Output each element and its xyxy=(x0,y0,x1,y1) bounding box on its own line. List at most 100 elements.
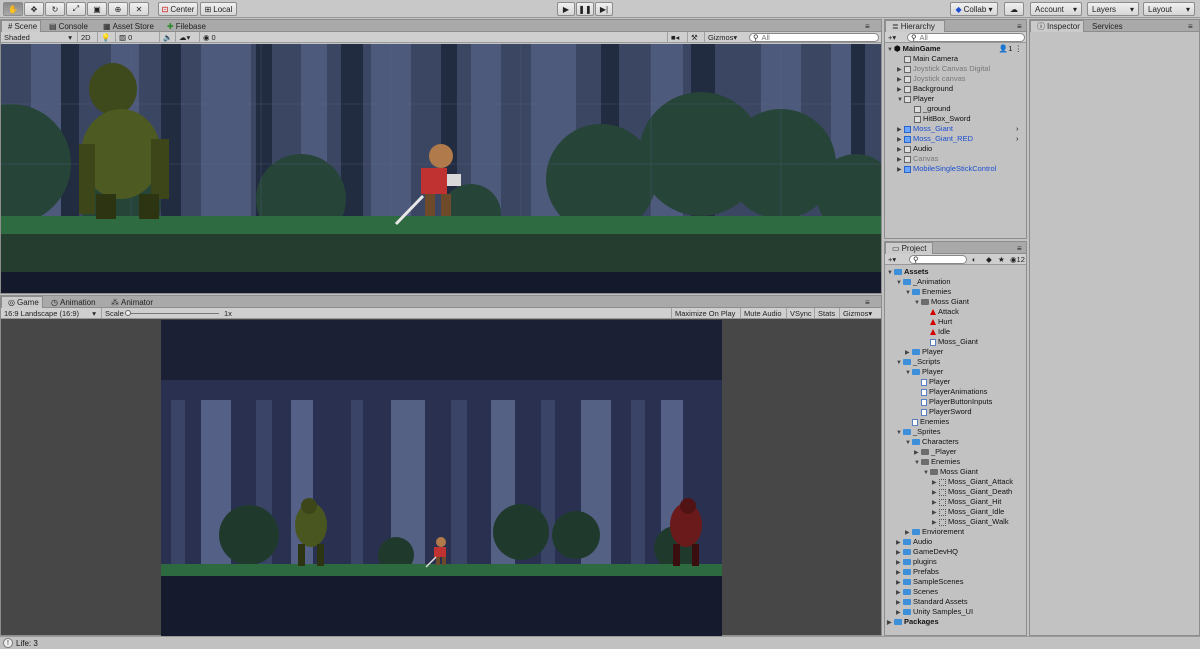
hierarchy-item[interactable]: Main Camera xyxy=(897,54,958,64)
project-item[interactable]: ▶ SampleScenes xyxy=(896,577,963,587)
chevron-down-icon[interactable]: ▼ xyxy=(887,268,894,278)
panel-menu-button[interactable]: ≡ xyxy=(865,20,870,32)
project-item[interactable]: ▼ Enemies xyxy=(905,287,951,297)
scale-slider-track[interactable] xyxy=(127,313,219,314)
filter-type-button[interactable]: ◐ xyxy=(969,254,980,265)
tab-animator[interactable]: ⁂ Animator xyxy=(105,296,159,308)
project-item[interactable]: ▶ Moss_Giant_Idle xyxy=(932,507,1004,517)
project-item[interactable]: ▼ _Sprites xyxy=(896,427,941,437)
shading-dropdown[interactable]: Shaded ▾ xyxy=(1,32,75,43)
project-item[interactable]: ▼ _Scripts xyxy=(896,357,940,367)
project-item[interactable]: Idle xyxy=(923,327,950,337)
chevron-down-icon[interactable]: ▼ xyxy=(896,428,903,438)
game-view[interactable] xyxy=(161,320,722,636)
hierarchy-item[interactable]: HitBox_Sword xyxy=(907,114,971,124)
favorites-button[interactable]: ★ xyxy=(995,254,1008,265)
hierarchy-item[interactable]: ▶ Canvas xyxy=(897,154,938,164)
tab-scene[interactable]: # Scene xyxy=(1,20,41,32)
vsync-toggle[interactable]: VSync xyxy=(786,308,815,319)
hierarchy-item[interactable]: ▶ Moss_Giant_RED › xyxy=(897,134,1019,144)
audio-toggle[interactable]: 🔈 xyxy=(159,32,175,43)
project-item[interactable]: ▶ Unity Samples_UI xyxy=(896,607,973,617)
scene-search-input[interactable]: ⚲ All xyxy=(749,33,879,42)
panel-menu-button[interactable]: ≡ xyxy=(865,296,870,308)
chevron-down-icon[interactable]: ▼ xyxy=(905,288,912,298)
project-item[interactable]: PlayerSword xyxy=(914,407,972,417)
create-dropdown[interactable]: +▾ xyxy=(885,32,899,43)
account-dropdown[interactable]: Account ▾ xyxy=(1030,2,1082,16)
chevron-down-icon[interactable]: ▼ xyxy=(905,368,912,378)
toggle-2d-button[interactable]: 2D xyxy=(77,32,94,43)
project-item[interactable]: ▶ Scenes xyxy=(896,587,938,597)
project-item[interactable]: ▼ Moss Giant xyxy=(923,467,978,477)
camera-settings-button[interactable]: ■◂ xyxy=(667,32,682,43)
move-tool-button[interactable]: ✥ xyxy=(24,2,44,16)
project-item[interactable]: ▼ Enemies xyxy=(914,457,960,467)
hidden-objects-toggle[interactable]: ◉ 0 xyxy=(199,32,219,43)
hierarchy-item[interactable]: ▼ Player xyxy=(897,94,934,104)
collab-dropdown[interactable]: ◆ Collab ▾ xyxy=(950,2,998,16)
hierarchy-item[interactable]: ▶ Joystick canvas xyxy=(897,74,966,84)
hierarchy-search-input[interactable]: ⚲ All xyxy=(907,33,1025,42)
tab-inspector[interactable]: ⓘ Inspector xyxy=(1030,20,1084,32)
layout-dropdown[interactable]: Layout ▾ xyxy=(1143,2,1195,16)
project-item[interactable]: ▶ Audio xyxy=(896,537,932,547)
step-button[interactable]: ▶| xyxy=(595,2,613,16)
rect-tool-button[interactable]: ▣ xyxy=(87,2,107,16)
rotate-tool-button[interactable]: ↻ xyxy=(45,2,65,16)
scene-view[interactable] xyxy=(1,44,881,293)
project-item[interactable]: ▼ _Animation xyxy=(896,277,951,287)
aspect-dropdown[interactable]: 16:9 Landscape (16:9) ▾ xyxy=(1,308,99,319)
panel-menu-button[interactable]: ≡ xyxy=(1017,20,1022,32)
project-item[interactable]: ▼ Player xyxy=(905,367,943,377)
tab-filebase[interactable]: ✚ Filebase xyxy=(161,20,212,32)
project-item[interactable]: Attack xyxy=(923,307,959,317)
tools-button[interactable]: ⚒ xyxy=(687,32,701,43)
status-message[interactable]: Life: 3 xyxy=(16,639,38,648)
hierarchy-item[interactable]: ▶ Joystick Canvas Digital xyxy=(897,64,990,74)
project-item[interactable]: Moss_Giant xyxy=(923,337,978,347)
stats-toggle[interactable]: Stats xyxy=(814,308,838,319)
project-item[interactable]: ▼ Characters xyxy=(905,437,959,447)
cloud-button[interactable]: ☁ xyxy=(1004,2,1024,16)
project-item[interactable]: Player xyxy=(914,377,950,387)
chevron-right-icon[interactable]: ▶ xyxy=(887,618,894,628)
effects-dropdown[interactable]: ☁▾ xyxy=(175,32,193,43)
create-dropdown[interactable]: +▾ xyxy=(885,254,899,265)
hierarchy-item[interactable]: ▶ Audio xyxy=(897,144,932,154)
lighting-toggle[interactable]: 💡 xyxy=(97,32,113,43)
project-item[interactable]: ▶ Moss_Giant_Death xyxy=(932,487,1012,497)
transform-tool-button[interactable]: ⊕ xyxy=(108,2,128,16)
play-button[interactable]: ▶ xyxy=(557,2,575,16)
project-item[interactable]: ▶ _Player xyxy=(914,447,956,457)
space-local-button[interactable]: ⊞ Local xyxy=(200,2,237,16)
game-gizmos-dropdown[interactable]: Gizmos ▾ xyxy=(839,308,875,319)
tab-asset-store[interactable]: ▦ Asset Store xyxy=(97,20,160,32)
layers-dropdown[interactable]: Layers ▾ xyxy=(1087,2,1139,16)
hand-tool-button[interactable]: ✋ xyxy=(3,2,23,16)
tab-console[interactable]: ▤ Console xyxy=(43,20,94,32)
project-item[interactable]: ▶ Packages xyxy=(887,617,939,627)
chevron-down-icon[interactable]: ▼ xyxy=(896,278,903,288)
project-item[interactable]: ▶ Prefabs xyxy=(896,567,939,577)
project-item[interactable]: ▶ Moss_Giant_Attack xyxy=(932,477,1013,487)
tab-project[interactable]: ▭ Project xyxy=(885,242,933,254)
hierarchy-item[interactable]: ▶ Moss_Giant › xyxy=(897,124,1019,134)
project-item[interactable]: ▼ Assets xyxy=(887,267,929,277)
panel-menu-button[interactable]: ≡ xyxy=(1017,242,1022,254)
project-item[interactable]: PlayerButtonInputs xyxy=(914,397,992,407)
filter-label-button[interactable]: ◆ xyxy=(983,254,995,265)
hidden-packages-toggle[interactable]: ◉ 12 xyxy=(1007,254,1028,265)
scale-tool-button[interactable]: ⤢ xyxy=(66,2,86,16)
custom-tool-button[interactable]: ✕ xyxy=(129,2,149,16)
project-item[interactable]: ▶ Moss_Giant_Walk xyxy=(932,517,1009,527)
project-item[interactable]: Hurt xyxy=(923,317,952,327)
mute-audio-toggle[interactable]: Mute Audio xyxy=(740,308,785,319)
pivot-center-button[interactable]: ⊡ Center xyxy=(158,2,198,16)
tab-animation[interactable]: ◷ Animation xyxy=(45,296,102,308)
chevron-down-icon[interactable]: ▼ xyxy=(896,358,903,368)
hierarchy-item[interactable]: ▶ Background xyxy=(897,84,953,94)
chevron-right-icon[interactable]: › xyxy=(1016,134,1019,144)
gizmos-dropdown[interactable]: Gizmos ▾ xyxy=(704,32,740,43)
hierarchy-item[interactable]: _ground xyxy=(907,104,951,114)
